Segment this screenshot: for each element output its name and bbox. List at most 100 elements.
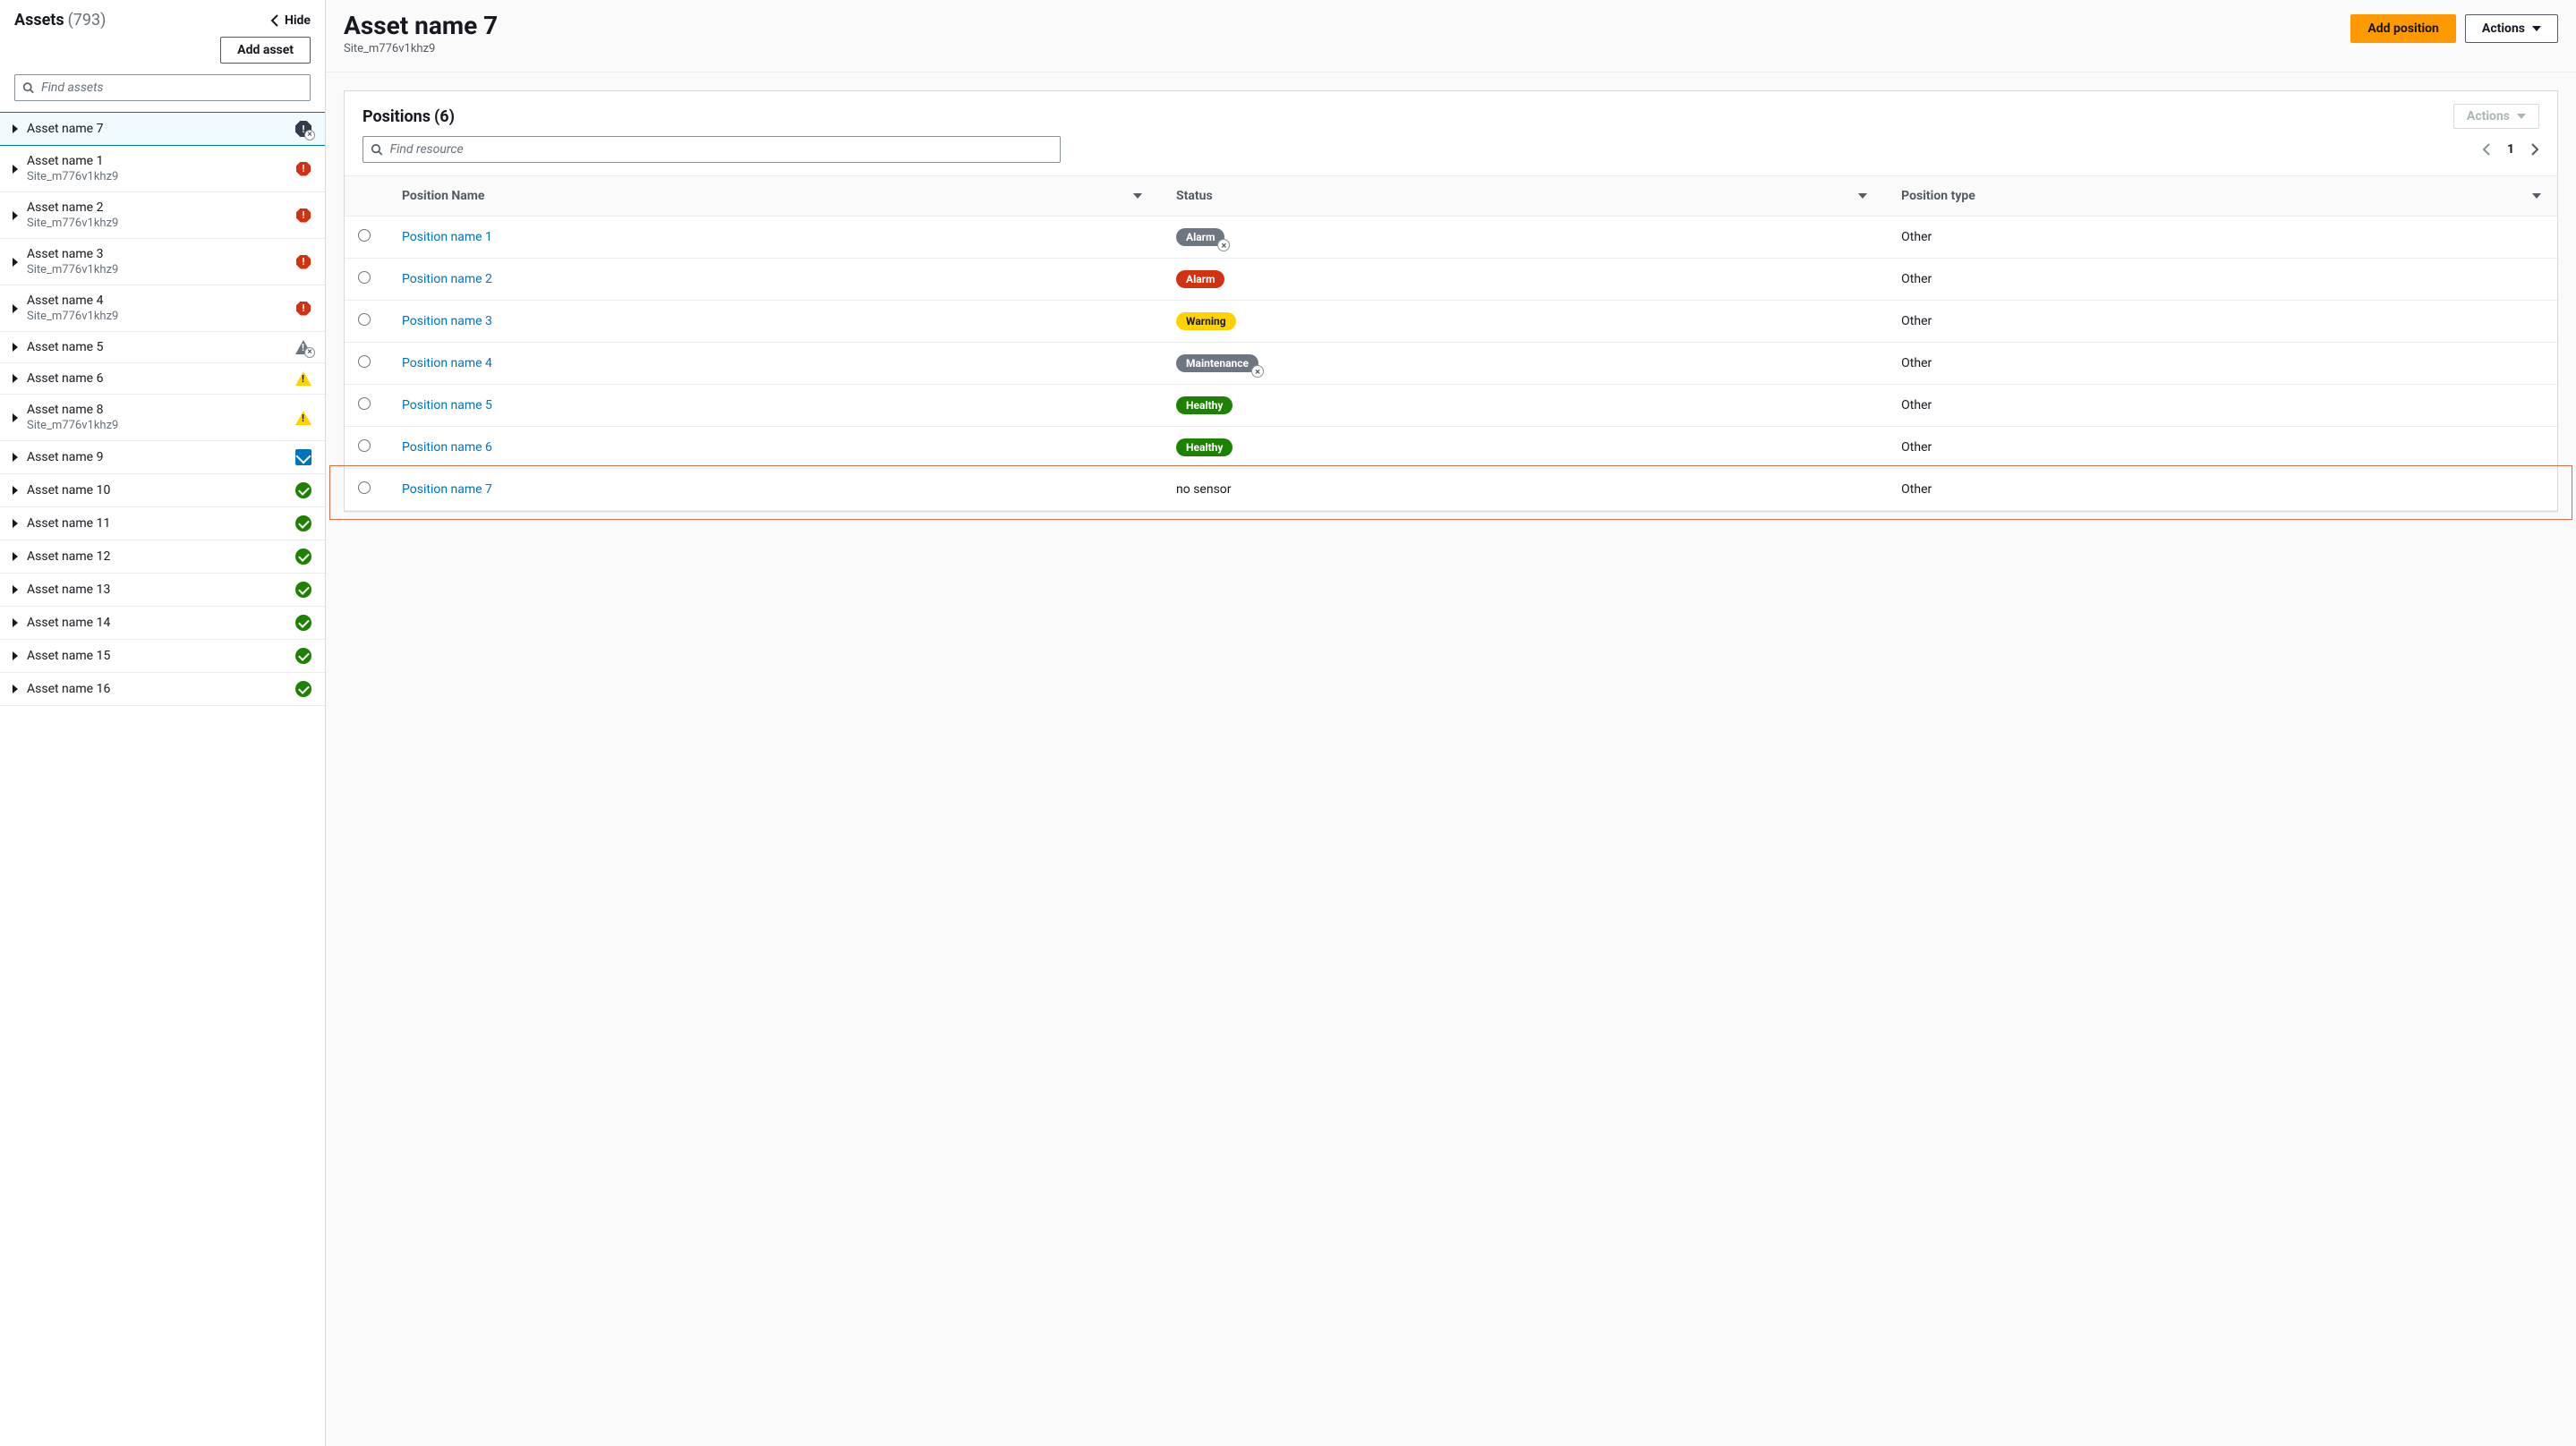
row-radio[interactable] [358,313,371,326]
row-radio[interactable] [358,355,371,368]
caret-right-icon[interactable] [13,519,18,528]
position-link[interactable]: Position name 2 [402,272,492,286]
page-subtitle: Site_m776v1khz9 [344,42,498,55]
sort-icon [2532,193,2541,199]
asset-item[interactable]: Asset name 1Site_m776v1khz9 [0,146,325,192]
chevron-left-icon [2482,143,2491,156]
asset-site: Site_m776v1khz9 [27,217,294,230]
warning-icon [295,411,311,425]
asset-name: Asset name 9 [27,450,294,464]
row-radio[interactable] [358,397,371,410]
caret-right-icon[interactable] [13,618,18,627]
asset-name: Asset name 7 [27,122,294,136]
caret-right-icon[interactable] [13,343,18,352]
pager-next-button[interactable] [2530,143,2539,156]
asset-name: Asset name 2 [27,200,294,215]
main-header: Asset name 7 Site_m776v1khz9 Add positio… [326,0,2576,72]
table-row: Position name 4MaintenanceOther [345,343,2557,385]
find-resource-input[interactable] [390,142,1053,157]
find-assets-search[interactable] [14,74,311,101]
asset-site: Site_m776v1khz9 [27,310,294,323]
row-radio[interactable] [358,229,371,242]
caret-right-icon[interactable] [13,585,18,594]
pager-prev-button[interactable] [2482,143,2491,156]
asset-name: Asset name 15 [27,649,294,663]
hide-label: Hide [285,13,311,28]
assets-count: (793) [68,11,107,30]
table-row: Position name 7no sensorOther [345,469,2557,511]
add-asset-button[interactable]: Add asset [220,37,311,64]
position-type: Other [1883,301,2557,343]
position-link[interactable]: Position name 1 [402,230,492,244]
asset-item[interactable]: Asset name 10 [0,474,325,507]
table-row: Position name 5HealthyOther [345,385,2557,427]
alarm-icon [296,302,311,316]
col-name[interactable]: Position Name [384,176,1158,217]
asset-name: Asset name 5 [27,340,294,354]
caret-right-icon[interactable] [13,374,18,383]
alarm-icon [296,208,311,223]
caret-right-icon[interactable] [13,413,18,422]
caret-right-icon[interactable] [13,258,18,267]
caret-right-icon[interactable] [13,651,18,660]
asset-item[interactable]: Asset name 15 [0,640,325,673]
caret-right-icon[interactable] [13,453,18,462]
asset-item[interactable]: Asset name 12 [0,540,325,574]
row-radio[interactable] [358,481,371,494]
healthy-icon [295,549,311,565]
asset-item[interactable]: Asset name 4Site_m776v1khz9 [0,285,325,332]
healthy-icon [295,482,311,498]
position-link[interactable]: Position name 3 [402,314,492,328]
asset-item[interactable]: Asset name 3Site_m776v1khz9 [0,239,325,285]
alarm-icon [296,162,311,176]
panel-actions-button[interactable]: Actions [2453,104,2539,129]
position-link[interactable]: Position name 6 [402,440,492,455]
col-status[interactable]: Status [1158,176,1883,217]
healthy-icon [295,648,311,664]
caret-right-icon[interactable] [13,165,18,174]
asset-item[interactable]: Asset name 13 [0,574,325,607]
hide-sidebar-button[interactable]: Hide [270,13,311,28]
asset-item[interactable]: Asset name 11 [0,507,325,540]
asset-item[interactable]: Asset name 6 [0,363,325,395]
caret-right-icon[interactable] [13,486,18,495]
caret-right-icon[interactable] [13,211,18,220]
pager-page: 1 [2507,142,2514,157]
asset-item[interactable]: Asset name 5 [0,332,325,363]
asset-item[interactable]: Asset name 14 [0,607,325,640]
table-row: Position name 2AlarmOther [345,259,2557,301]
position-type: Other [1883,217,2557,259]
caret-right-icon[interactable] [13,552,18,561]
caret-right-icon[interactable] [13,304,18,313]
asset-item[interactable]: Asset name 7 [0,112,325,146]
search-icon [371,143,383,156]
header-actions-button[interactable]: Actions [2465,14,2558,43]
table-row: Position name 1AlarmOther [345,217,2557,259]
caret-right-icon[interactable] [13,124,18,133]
chevron-left-icon [270,14,279,27]
asset-item[interactable]: Asset name 8Site_m776v1khz9 [0,395,325,441]
find-resource-search[interactable] [363,136,1061,163]
position-type: Other [1883,469,2557,511]
asset-site: Site_m776v1khz9 [27,419,294,432]
pager: 1 [2482,142,2539,157]
position-type: Other [1883,343,2557,385]
actions-label: Actions [2482,21,2525,36]
asset-item[interactable]: Asset name 2 Site_m776v1khz9 [0,192,325,239]
asset-item[interactable]: Asset name 16 [0,673,325,706]
col-select [345,176,384,217]
page-title: Asset name 7 [344,11,498,40]
find-assets-input[interactable] [41,81,303,95]
row-radio[interactable] [358,271,371,284]
mute-icon [1217,239,1230,251]
row-radio[interactable] [358,439,371,452]
caret-right-icon[interactable] [13,685,18,693]
position-link[interactable]: Position name 5 [402,398,492,413]
healthy-icon [295,582,311,598]
col-type[interactable]: Position type [1883,176,2557,217]
asset-item[interactable]: Asset name 9 [0,441,325,474]
position-link[interactable]: Position name 4 [402,356,492,370]
position-link[interactable]: Position name 7 [402,482,492,497]
add-position-button[interactable]: Add position [2350,14,2456,43]
sort-icon [1858,193,1867,199]
